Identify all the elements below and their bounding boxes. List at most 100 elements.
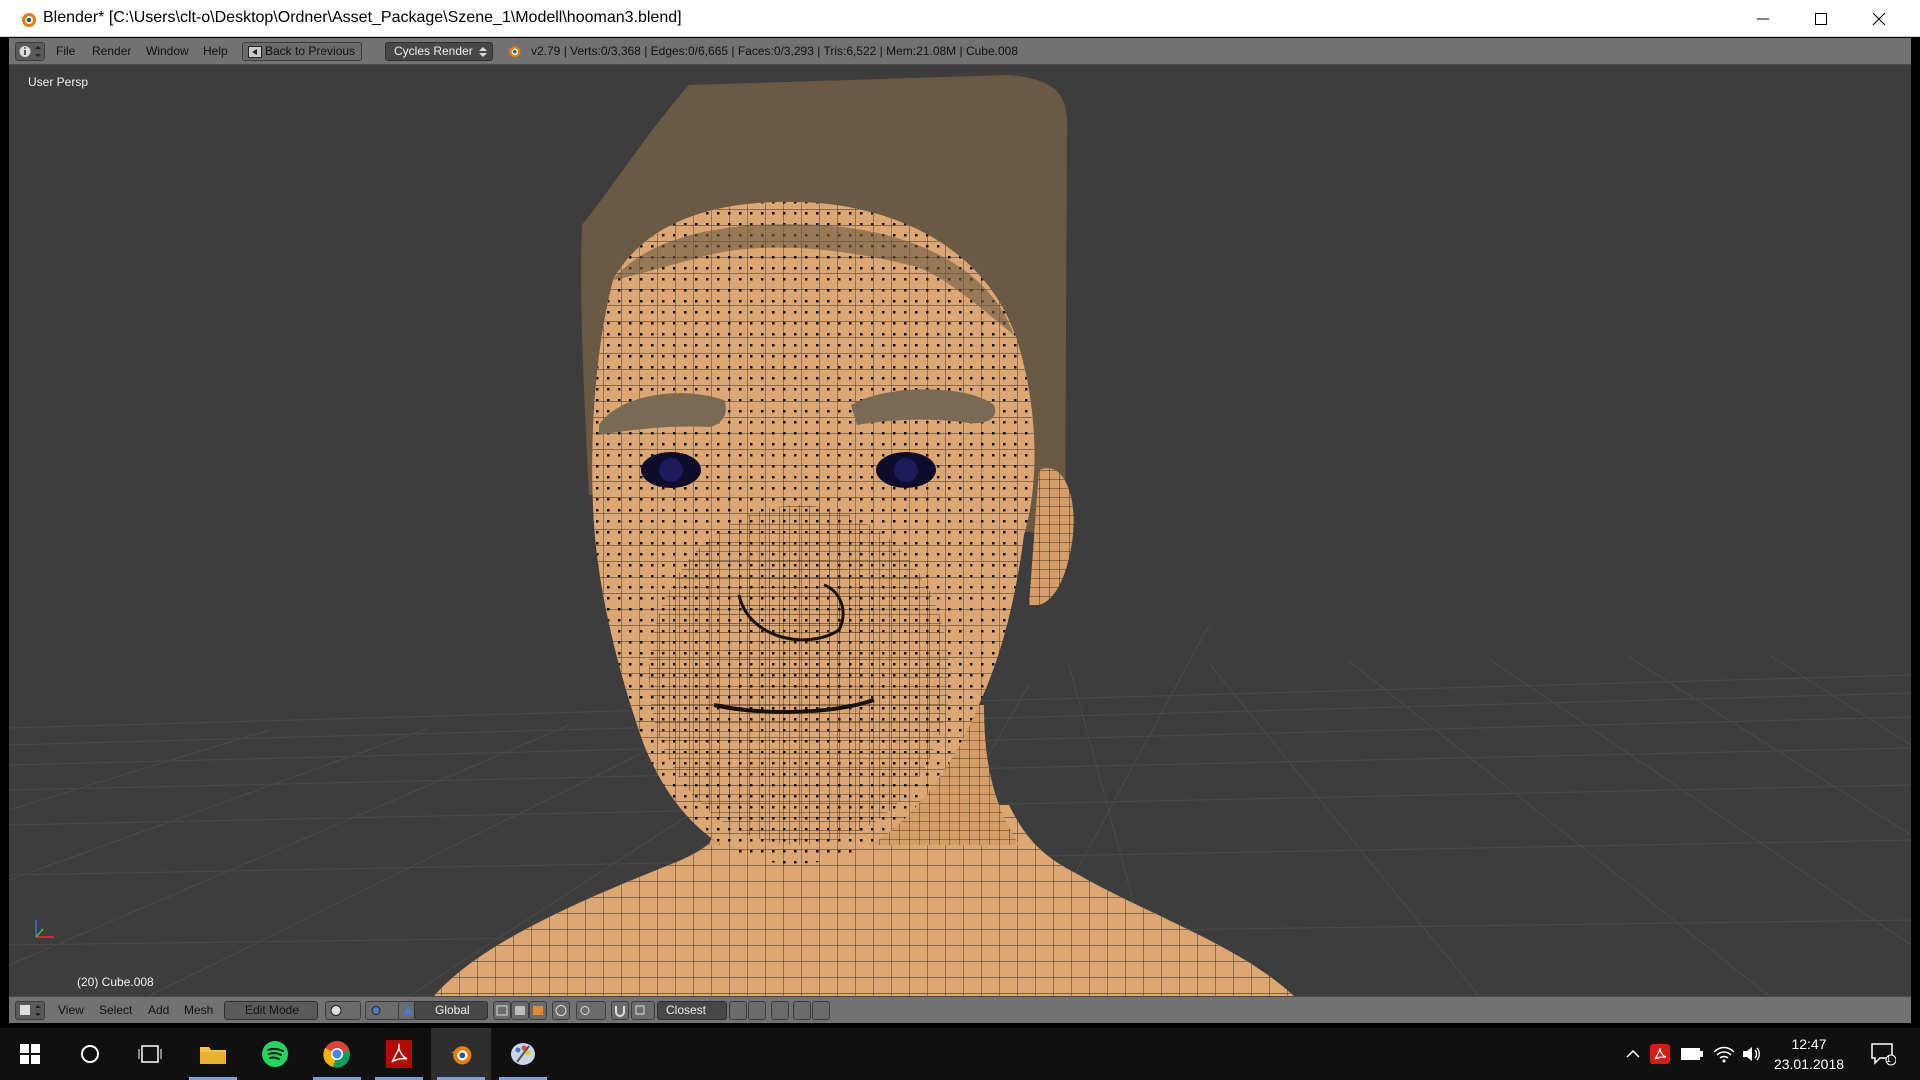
menu-add[interactable]: Add (148, 1003, 169, 1017)
spotify-icon (262, 1041, 288, 1067)
acrobat-tray-icon (1650, 1044, 1670, 1064)
screen-back-icon (248, 46, 262, 58)
shading-icon (330, 1005, 342, 1016)
axis-gizmo (35, 920, 54, 938)
editor-type-selector[interactable] (15, 42, 45, 61)
snap-rotation-button[interactable] (748, 1001, 766, 1020)
tray-battery[interactable] (1680, 1042, 1704, 1066)
clock-date: 23.01.2018 (1773, 1056, 1845, 1072)
menu-window[interactable]: Window (146, 44, 189, 58)
clock-time: 12:47 (1791, 1036, 1827, 1052)
action-center-button[interactable]: 1 (1868, 1042, 1898, 1066)
task-view-button[interactable] (120, 1028, 180, 1080)
opengl-render-button[interactable] (771, 1001, 789, 1020)
start-button[interactable] (0, 1028, 60, 1080)
scene-render (9, 75, 1911, 996)
menu-mesh[interactable]: Mesh (184, 1003, 213, 1017)
blender-logo-icon (450, 1046, 472, 1065)
vertex-select-mode-button[interactable] (493, 1001, 511, 1020)
taskbar-blender[interactable] (431, 1028, 491, 1080)
3d-viewport[interactable]: User Persp (20) Cube.008 (9, 65, 1911, 996)
taskbar-acrobat[interactable] (369, 1028, 429, 1080)
windows-logo-icon (20, 1044, 40, 1064)
menu-file[interactable]: File (56, 44, 75, 58)
speaker-icon (1743, 1047, 1760, 1061)
view-name-label: User Persp (28, 75, 89, 89)
wifi-icon (1713, 1046, 1735, 1063)
taskbar-spotify[interactable] (245, 1028, 305, 1080)
menu-select[interactable]: Select (99, 1003, 132, 1017)
active-object-label: (20) Cube.008 (77, 975, 154, 989)
maximize-icon (1815, 12, 1827, 25)
paint-palette-icon (511, 1043, 535, 1065)
select-arrows-icon (479, 47, 487, 57)
system-clock[interactable]: 12:47 23.01.2018 (1764, 1034, 1854, 1074)
camera-render-button[interactable] (812, 1001, 830, 1020)
chrome-icon (323, 1041, 350, 1068)
edge-select-mode-button[interactable] (511, 1001, 529, 1020)
minimize-button[interactable] (1734, 0, 1792, 37)
info-icon (19, 46, 41, 57)
maximize-button[interactable] (1792, 0, 1850, 37)
notification-count-badge: 1 (1886, 1054, 1892, 1064)
3d-view-header: View Select Add Mesh Edit Mode Global Cl… (9, 996, 1911, 1023)
limit-selection-icon (555, 1005, 567, 1016)
snap-element-icon (635, 1005, 645, 1015)
blender-logo-icon (507, 46, 521, 58)
taskbar-paint-app[interactable] (493, 1028, 553, 1080)
window-title: Blender* [C:\Users\clt-o\Desktop\Ordner\… (43, 9, 682, 26)
vertex-mode-icon (496, 1005, 508, 1016)
render-engine-select[interactable]: Cycles Render (385, 42, 493, 61)
snap-element-select[interactable] (631, 1001, 655, 1020)
tray-volume[interactable] (1740, 1042, 1764, 1066)
menu-render[interactable]: Render (92, 44, 131, 58)
chevron-up-icon (1626, 1049, 1640, 1058)
limit-selection-toggle[interactable] (552, 1001, 570, 1020)
cortana-search-button[interactable] (60, 1028, 120, 1080)
render-engine-label: Cycles Render (394, 44, 473, 58)
magnet-icon (615, 1006, 625, 1017)
folder-icon (200, 1047, 226, 1064)
show-hidden-icons-button[interactable] (1621, 1042, 1645, 1066)
tray-acrobat[interactable] (1648, 1042, 1672, 1066)
editor-type-selector[interactable] (15, 1001, 45, 1020)
mode-select[interactable]: Edit Mode (224, 1001, 318, 1020)
battery-icon (1681, 1048, 1703, 1060)
taskbar-chrome[interactable] (307, 1028, 367, 1080)
mode-label: Edit Mode (245, 1003, 300, 1017)
face-mode-icon (533, 1006, 543, 1015)
menu-view[interactable]: View (58, 1003, 84, 1017)
search-circle-icon (81, 1045, 99, 1063)
pivot-point-select[interactable] (365, 1001, 401, 1020)
opengl-animation-button[interactable] (793, 1001, 811, 1020)
windows-taskbar: 12:47 23.01.2018 1 (0, 1028, 1920, 1080)
snap-toggle[interactable] (611, 1001, 629, 1020)
blender-logo-icon (20, 13, 36, 27)
snap-option-button[interactable] (729, 1001, 747, 1020)
proportional-editing-icon (580, 1006, 590, 1015)
scene-statistics: v2.79 | Verts:0/3,368 | Edges:0/6,665 | … (531, 44, 1018, 58)
edge-mode-icon (515, 1006, 525, 1015)
face-select-mode-button[interactable] (529, 1001, 547, 1020)
proportional-editing-select[interactable] (576, 1001, 606, 1020)
info-header: File Render Window Help Back to Previous… (9, 38, 1911, 65)
viewport-shading-select[interactable] (325, 1001, 361, 1020)
close-button[interactable] (1850, 0, 1908, 37)
minimize-icon (1757, 18, 1769, 19)
back-to-previous-label: Back to Previous (265, 44, 356, 58)
snap-target-label: Closest (666, 1003, 707, 1017)
pivot-icon (371, 1006, 381, 1015)
transform-orientation-select[interactable]: Global (414, 1001, 488, 1020)
menu-help[interactable]: Help (203, 44, 228, 58)
notification-icon (1871, 1043, 1896, 1066)
3d-view-icon (20, 1005, 41, 1016)
taskbar-file-explorer[interactable] (183, 1028, 243, 1080)
orientation-label: Global (435, 1003, 470, 1017)
close-icon (1872, 12, 1886, 25)
task-view-icon (138, 1045, 162, 1063)
snap-target-select[interactable]: Closest (657, 1001, 727, 1020)
acrobat-icon (386, 1040, 412, 1068)
back-to-previous-button[interactable]: Back to Previous (242, 42, 362, 61)
tray-network[interactable] (1712, 1042, 1736, 1066)
window-titlebar: Blender* [C:\Users\clt-o\Desktop\Ordner\… (0, 0, 1920, 37)
